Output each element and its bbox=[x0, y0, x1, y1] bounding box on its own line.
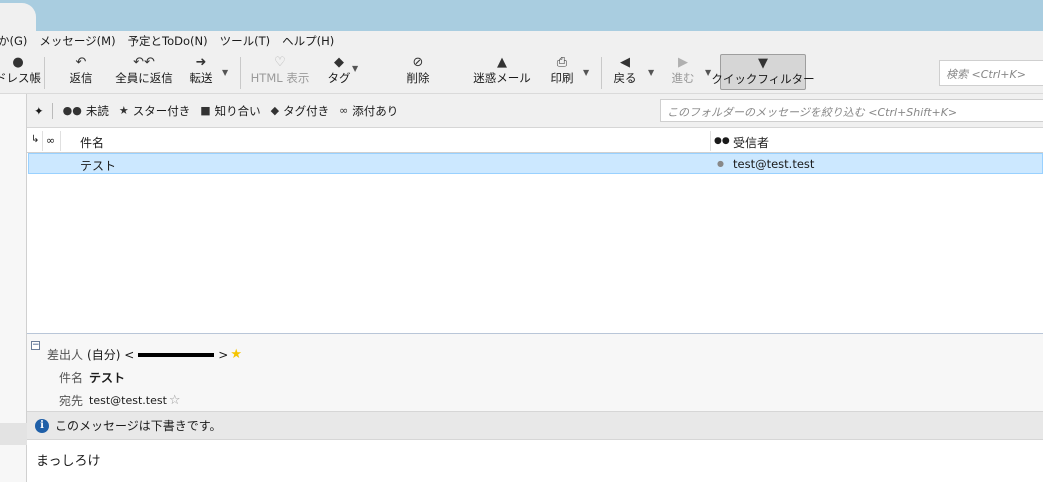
tag-icon: ◆ bbox=[270, 104, 280, 117]
person-icon: ● bbox=[12, 55, 24, 70]
funnel-icon: ▼ bbox=[758, 56, 768, 71]
recipient-column-header[interactable]: 受信者 bbox=[733, 134, 769, 151]
forward-nav-icon: ▶ bbox=[678, 55, 688, 70]
search-input[interactable]: 検索 <Ctrl+K> bbox=[939, 60, 1043, 86]
thread-column-icon[interactable]: ↳ bbox=[31, 134, 39, 145]
address-book-button[interactable]: ● ドレス帳 bbox=[0, 54, 41, 90]
print-button[interactable]: ⎙ 印刷 bbox=[548, 54, 576, 90]
printer-icon: ⎙ bbox=[556, 55, 568, 70]
reply-button[interactable]: ↶ 返信 bbox=[66, 54, 96, 90]
star-icon: ★ bbox=[118, 104, 129, 117]
draft-notice-text: このメッセージは下書きです。 bbox=[55, 419, 222, 433]
message-body: まっしろけ bbox=[36, 454, 101, 469]
menu-tools[interactable]: ツール(T) bbox=[220, 33, 277, 49]
filter-messages-input[interactable]: このフォルダーのメッセージを絞り込む <Ctrl+Shift+K> bbox=[660, 99, 1043, 122]
to-row: 宛先 test@test.test ☆ bbox=[59, 392, 181, 409]
paperclip-icon: ∞ bbox=[339, 104, 349, 117]
row-recipient: test@test.test bbox=[733, 157, 815, 171]
filter-attachment[interactable]: ∞ 添付あり bbox=[339, 103, 398, 119]
chevron-down-icon[interactable]: ▼ bbox=[705, 68, 711, 77]
menu-events-tasks[interactable]: 予定とToDo(N) bbox=[128, 33, 214, 49]
main-toolbar: ● ドレス帳 ↶ 返信 ↶↶ 全員に返信 ➜ 転送 ▼ ♡ HTML 表示 ◆ … bbox=[0, 51, 1043, 94]
delete-button[interactable]: ⊘ 削除 bbox=[405, 54, 431, 90]
junk-button[interactable]: ▲ 迷惑メール bbox=[473, 54, 531, 90]
forward-nav-button[interactable]: ▶ 進む bbox=[670, 54, 696, 90]
chevron-down-icon[interactable]: ▼ bbox=[352, 64, 358, 73]
tag-icon: ◆ bbox=[334, 55, 344, 70]
filter-contacts[interactable]: ■ 知り合い bbox=[200, 103, 260, 119]
info-icon: i bbox=[35, 418, 49, 433]
toolbar-separator bbox=[44, 57, 45, 89]
subject-column-header[interactable]: 件名 bbox=[80, 134, 104, 151]
title-bar bbox=[0, 0, 1043, 31]
chevron-down-icon[interactable]: ▼ bbox=[583, 68, 589, 77]
tag-button[interactable]: ◆ タグ bbox=[328, 54, 351, 90]
from-label: 差出人 bbox=[47, 348, 84, 362]
redacted-address bbox=[138, 352, 215, 357]
star-icon[interactable]: ★ bbox=[230, 347, 242, 362]
subject-label: 件名 bbox=[59, 371, 84, 385]
column-divider bbox=[710, 131, 711, 151]
back-button[interactable]: ◀ 戻る bbox=[612, 54, 638, 90]
reply-icon: ↶ bbox=[75, 55, 87, 70]
chevron-down-icon[interactable]: ▼ bbox=[648, 68, 654, 77]
prohibit-icon: ⊘ bbox=[412, 55, 424, 70]
message-header: − 差出人 (自分) < > ★ 件名 テスト 宛先 test@test.tes… bbox=[27, 334, 1043, 411]
menu-bar: か(G) メッセージ(M) 予定とToDo(N) ツール(T) ヘルプ(H) bbox=[0, 31, 1043, 51]
row-subject: テスト bbox=[80, 159, 117, 173]
sticky-pin-icon[interactable]: ✦ bbox=[34, 104, 44, 118]
column-divider bbox=[42, 131, 43, 151]
flame-icon: ▲ bbox=[497, 55, 507, 70]
folder-pane-selected[interactable] bbox=[0, 423, 27, 445]
from-value-prefix[interactable]: (自分) < bbox=[87, 346, 134, 363]
subject-value: テスト bbox=[89, 371, 126, 385]
quick-filter-button[interactable]: ▼ クイックフィルター bbox=[711, 54, 815, 90]
column-divider bbox=[60, 131, 61, 151]
menu-go[interactable]: か(G) bbox=[0, 33, 33, 49]
active-tab[interactable] bbox=[0, 3, 36, 31]
toolbar-separator bbox=[240, 57, 241, 89]
attachment-column-icon[interactable]: ∞ bbox=[46, 134, 55, 147]
to-value[interactable]: test@test.test bbox=[89, 394, 167, 407]
back-arrow-icon: ◀ bbox=[620, 55, 630, 70]
unread-dots-icon: ●● bbox=[62, 104, 82, 117]
menu-help[interactable]: ヘルプ(H) bbox=[282, 33, 340, 49]
reply-all-button[interactable]: ↶↶ 全員に返信 bbox=[115, 54, 173, 90]
from-row: 差出人 (自分) < > ★ bbox=[47, 346, 242, 363]
filter-unread[interactable]: ●● 未読 bbox=[63, 103, 109, 119]
html-view-button[interactable]: ♡ HTML 表示 bbox=[250, 54, 310, 90]
draft-notice-bar: i このメッセージは下書きです。 bbox=[27, 411, 1043, 440]
forward-button[interactable]: ➜ 転送 bbox=[187, 54, 215, 90]
table-row[interactable]: テスト ● test@test.test bbox=[28, 153, 1043, 174]
read-status-column-icon[interactable]: ●● bbox=[714, 136, 730, 146]
forward-arrow-icon: ➜ bbox=[195, 55, 207, 70]
toolbar-separator bbox=[601, 57, 602, 89]
subject-row: 件名 テスト bbox=[59, 369, 125, 386]
to-label: 宛先 bbox=[59, 394, 84, 408]
filter-starred[interactable]: ★ スター付き bbox=[119, 103, 190, 119]
chevron-down-icon[interactable]: ▼ bbox=[222, 68, 228, 77]
from-value-suffix[interactable]: > bbox=[218, 348, 228, 362]
menu-message[interactable]: メッセージ(M) bbox=[39, 33, 121, 49]
filter-tagged[interactable]: ◆ タグ付き bbox=[271, 103, 329, 119]
read-dot-icon[interactable]: ● bbox=[717, 159, 724, 168]
filter-separator bbox=[51, 102, 53, 119]
reply-all-icon: ↶↶ bbox=[133, 55, 155, 70]
star-outline-icon[interactable]: ☆ bbox=[169, 393, 181, 408]
collapse-header-icon[interactable]: − bbox=[31, 341, 40, 350]
html-icon: ♡ bbox=[274, 55, 286, 70]
thread-column-header: ↳ ∞ 件名 ●● 受信者 bbox=[27, 129, 1043, 153]
quick-filter-bar: ✦ ●● 未読 ★ スター付き ■ 知り合い ◆ タグ付き ∞ 添付あり このフ… bbox=[27, 94, 1043, 128]
contact-icon: ■ bbox=[200, 104, 211, 117]
